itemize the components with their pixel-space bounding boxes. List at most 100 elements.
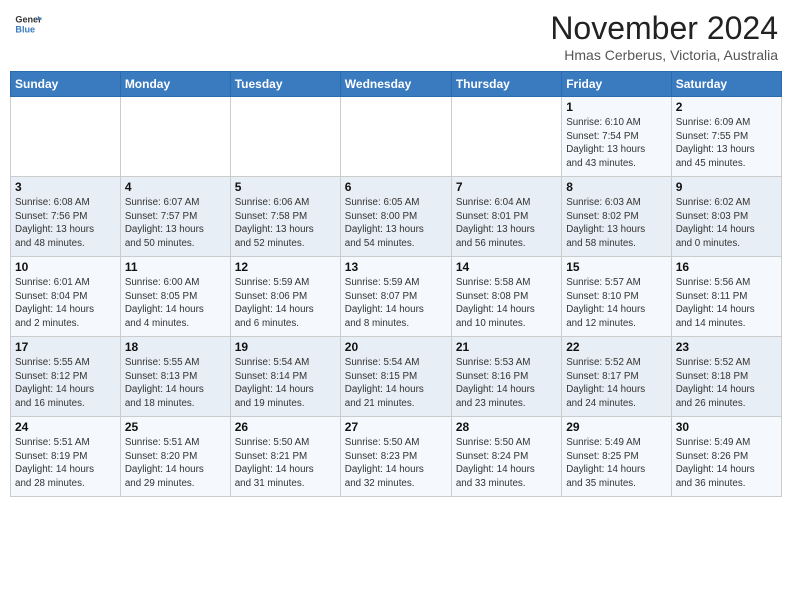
day-info: Sunrise: 6:09 AMSunset: 7:55 PMDaylight:… [676,116,777,171]
day-number: 28 [456,420,557,434]
calendar-cell [11,97,121,177]
calendar-cell: 21 Sunrise: 5:53 AMSunset: 8:16 PMDayligh… [451,337,561,417]
svg-text:Blue: Blue [15,24,35,34]
day-number: 2 [676,100,777,114]
day-number: 18 [125,340,226,354]
day-number: 11 [125,260,226,274]
calendar-cell: 20Sunrise: 5:54 AMSunset: 8:15 PMDayligh… [340,337,451,417]
calendar-cell: 26 Sunrise: 5:50 AMSunset: 8:21 PMDayligh… [230,417,340,497]
day-info: Sunrise: 5:51 AMSunset: 8:20 PMDaylight:… [125,436,226,491]
calendar-cell: 5 Sunrise: 6:06 AMSunset: 7:58 PMDaylight… [230,177,340,257]
calendar-cell: 3 Sunrise: 6:08 AMSunset: 7:56 PMDaylight… [11,177,121,257]
day-info: Sunrise: 6:10 AMSunset: 7:54 PMDaylight:… [566,116,667,171]
day-info: Sunrise: 5:50 AMSunset: 8:24 PMDaylight:… [456,436,557,491]
calendar-cell [451,97,561,177]
day-number: 5 [235,180,336,194]
day-info: Sunrise: 5:49 AMSunset: 8:25 PMDaylight:… [566,436,667,491]
calendar-cell: 1 Sunrise: 6:10 AMSunset: 7:54 PMDaylight… [562,97,672,177]
day-info: Sunrise: 6:08 AMSunset: 7:56 PMDaylight:… [15,196,116,251]
day-info: Sunrise: 5:49 AMSunset: 8:26 PMDaylight:… [676,436,777,491]
logo-icon: General Blue [14,10,42,38]
day-info: Sunrise: 6:02 AMSunset: 8:03 PMDaylight:… [676,196,777,251]
day-info: Sunrise: 5:59 AMSunset: 8:06 PMDaylight:… [235,276,336,331]
calendar-table: SundayMondayTuesdayWednesdayThursdayFrid… [10,71,782,497]
calendar-cell: 6 Sunrise: 6:05 AMSunset: 8:00 PMDaylight… [340,177,451,257]
calendar-cell: 13Sunrise: 5:59 AMSunset: 8:07 PMDayligh… [340,257,451,337]
calendar-cell: 29 Sunrise: 5:49 AMSunset: 8:25 PMDayligh… [562,417,672,497]
calendar-cell: 14 Sunrise: 5:58 AMSunset: 8:08 PMDayligh… [451,257,561,337]
day-number: 20 [345,340,447,354]
day-number: 29 [566,420,667,434]
calendar-cell: 28 Sunrise: 5:50 AMSunset: 8:24 PMDayligh… [451,417,561,497]
calendar-cell: 7 Sunrise: 6:04 AMSunset: 8:01 PMDaylight… [451,177,561,257]
weekday-header-sunday: Sunday [11,72,121,97]
calendar-week-5: 24Sunrise: 5:51 AMSunset: 8:19 PMDayligh… [11,417,782,497]
day-number: 26 [235,420,336,434]
day-info: Sunrise: 5:55 AMSunset: 8:12 PMDaylight:… [15,356,116,411]
calendar-cell: 30 Sunrise: 5:49 AMSunset: 8:26 PMDayligh… [671,417,781,497]
day-number: 13 [345,260,447,274]
day-info: Sunrise: 6:01 AMSunset: 8:04 PMDaylight:… [15,276,116,331]
day-info: Sunrise: 5:50 AMSunset: 8:21 PMDaylight:… [235,436,336,491]
day-info: Sunrise: 5:56 AMSunset: 8:11 PMDaylight:… [676,276,777,331]
calendar-cell: 27 Sunrise: 5:50 AMSunset: 8:23 PMDayligh… [340,417,451,497]
day-number: 3 [15,180,116,194]
weekday-header-monday: Monday [120,72,230,97]
day-number: 25 [125,420,226,434]
calendar-week-3: 10Sunrise: 6:01 AMSunset: 8:04 PMDayligh… [11,257,782,337]
calendar-week-4: 17Sunrise: 5:55 AMSunset: 8:12 PMDayligh… [11,337,782,417]
calendar-cell: 15 Sunrise: 5:57 AMSunset: 8:10 PMDayligh… [562,257,672,337]
day-info: Sunrise: 6:04 AMSunset: 8:01 PMDaylight:… [456,196,557,251]
day-info: Sunrise: 6:07 AMSunset: 7:57 PMDaylight:… [125,196,226,251]
title-block: November 2024 Hmas Cerberus, Victoria, A… [550,10,778,63]
calendar-cell: 9 Sunrise: 6:02 AMSunset: 8:03 PMDaylight… [671,177,781,257]
day-number: 30 [676,420,777,434]
day-info: Sunrise: 6:00 AMSunset: 8:05 PMDaylight:… [125,276,226,331]
day-info: Sunrise: 5:52 AMSunset: 8:17 PMDaylight:… [566,356,667,411]
day-number: 16 [676,260,777,274]
calendar-cell: 16 Sunrise: 5:56 AMSunset: 8:11 PMDayligh… [671,257,781,337]
day-number: 24 [15,420,116,434]
calendar-cell: 4 Sunrise: 6:07 AMSunset: 7:57 PMDaylight… [120,177,230,257]
day-info: Sunrise: 5:54 AMSunset: 8:14 PMDaylight:… [235,356,336,411]
day-info: Sunrise: 5:58 AMSunset: 8:08 PMDaylight:… [456,276,557,331]
day-info: Sunrise: 5:50 AMSunset: 8:23 PMDaylight:… [345,436,447,491]
calendar-cell: 19 Sunrise: 5:54 AMSunset: 8:14 PMDayligh… [230,337,340,417]
day-number: 15 [566,260,667,274]
day-number: 12 [235,260,336,274]
day-number: 22 [566,340,667,354]
day-info: Sunrise: 5:52 AMSunset: 8:18 PMDaylight:… [676,356,777,411]
weekday-header-friday: Friday [562,72,672,97]
day-number: 9 [676,180,777,194]
location-title: Hmas Cerberus, Victoria, Australia [550,47,778,63]
day-info: Sunrise: 6:06 AMSunset: 7:58 PMDaylight:… [235,196,336,251]
calendar-cell: 12 Sunrise: 5:59 AMSunset: 8:06 PMDayligh… [230,257,340,337]
weekday-header-wednesday: Wednesday [340,72,451,97]
calendar-cell [230,97,340,177]
weekday-header-tuesday: Tuesday [230,72,340,97]
day-info: Sunrise: 5:53 AMSunset: 8:16 PMDaylight:… [456,356,557,411]
calendar-cell: 11 Sunrise: 6:00 AMSunset: 8:05 PMDayligh… [120,257,230,337]
day-number: 4 [125,180,226,194]
day-info: Sunrise: 6:05 AMSunset: 8:00 PMDaylight:… [345,196,447,251]
calendar-cell [120,97,230,177]
page-header: General Blue November 2024 Hmas Cerberus… [10,10,782,63]
day-number: 27 [345,420,447,434]
calendar-cell: 8Sunrise: 6:03 AMSunset: 8:02 PMDaylight… [562,177,672,257]
logo: General Blue [14,10,42,38]
calendar-cell: 18Sunrise: 5:55 AMSunset: 8:13 PMDayligh… [120,337,230,417]
month-title: November 2024 [550,10,778,47]
weekday-header-row: SundayMondayTuesdayWednesdayThursdayFrid… [11,72,782,97]
calendar-cell: 17Sunrise: 5:55 AMSunset: 8:12 PMDayligh… [11,337,121,417]
day-number: 6 [345,180,447,194]
day-number: 19 [235,340,336,354]
calendar-cell: 22 Sunrise: 5:52 AMSunset: 8:17 PMDayligh… [562,337,672,417]
calendar-cell: 2 Sunrise: 6:09 AMSunset: 7:55 PMDaylight… [671,97,781,177]
day-number: 21 [456,340,557,354]
calendar-cell: 10Sunrise: 6:01 AMSunset: 8:04 PMDayligh… [11,257,121,337]
day-number: 7 [456,180,557,194]
day-number: 1 [566,100,667,114]
day-info: Sunrise: 5:57 AMSunset: 8:10 PMDaylight:… [566,276,667,331]
calendar-cell: 23Sunrise: 5:52 AMSunset: 8:18 PMDayligh… [671,337,781,417]
day-number: 14 [456,260,557,274]
